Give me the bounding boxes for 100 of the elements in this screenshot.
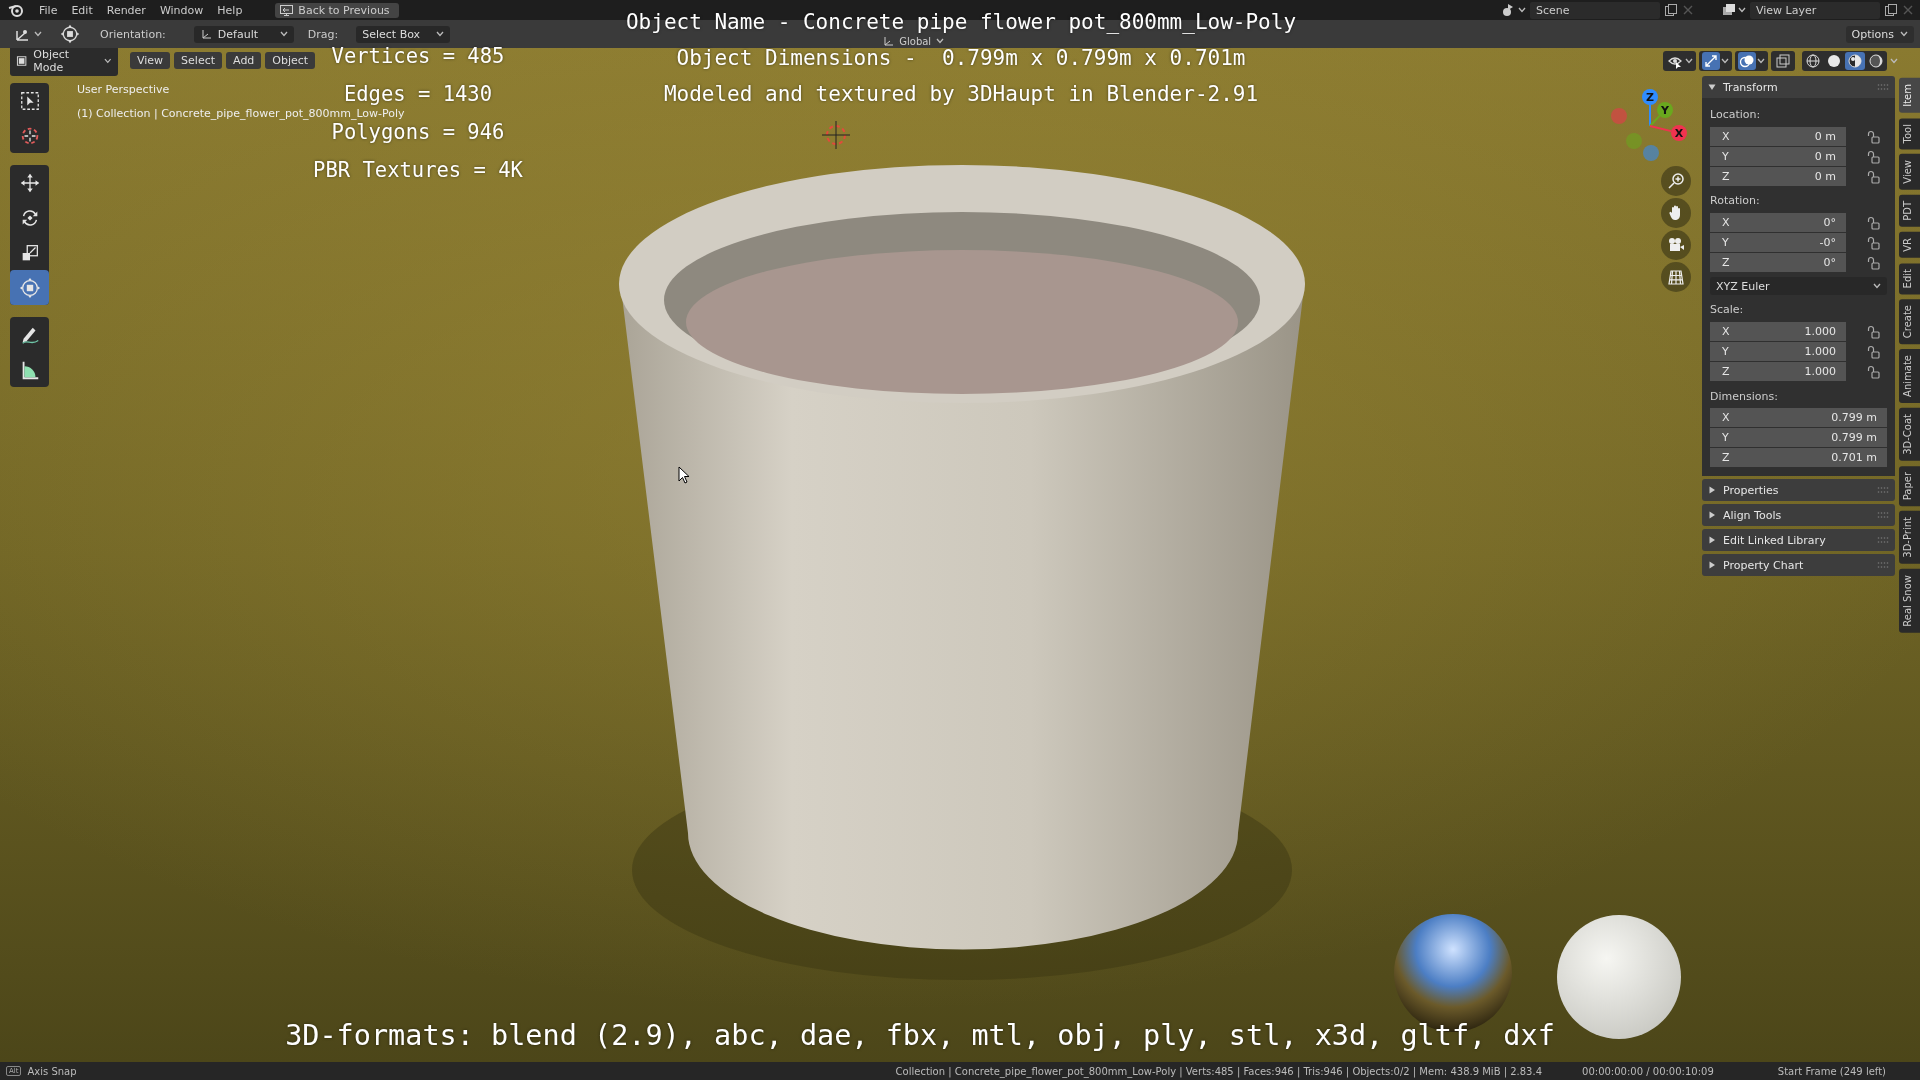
menu-item[interactable]: Render [99,3,153,17]
copy-icon[interactable] [1884,3,1898,17]
panel-header[interactable]: Properties [1702,479,1895,501]
scene-field[interactable]: Scene [1530,1,1660,19]
shading-button[interactable] [1803,51,1823,70]
view-layer-selector[interactable] [1722,3,1746,17]
grip-icon[interactable] [1877,536,1889,544]
shading-button[interactable] [1866,51,1886,70]
menu-item[interactable]: Help [210,3,250,17]
grid-view-button[interactable] [1661,262,1691,292]
lock-icon[interactable] [1867,256,1881,270]
sidebar-tab[interactable]: Item [1899,78,1920,113]
number-field[interactable]: Z 1.000 [1710,362,1846,381]
number-field[interactable]: Z 0° [1710,253,1846,272]
orientation-dropdown[interactable]: Default [193,25,294,43]
negative-axis-handle[interactable] [1611,108,1627,124]
panel-header[interactable]: Property Chart [1702,554,1895,576]
axes-icon [199,28,212,40]
sidebar-tab[interactable]: 3D-Print [1899,511,1920,564]
lock-icon[interactable] [1867,345,1881,359]
sidebar-tab[interactable]: Tool [1899,117,1920,150]
axis-handle[interactable]: Y [1649,102,1673,127]
transform-gizmo-icon[interactable] [60,24,80,44]
number-field[interactable]: Y 0.799 m [1710,428,1887,447]
sidebar-tab[interactable]: VR [1899,231,1920,258]
back-button[interactable]: Back to Previous [275,2,399,18]
zoom-button[interactable] [1661,166,1691,196]
xray-toggle[interactable] [1774,51,1792,70]
chevron-icon [1873,283,1881,289]
lock-icon[interactable] [1867,236,1881,250]
shading-button[interactable] [1845,51,1865,70]
lock-icon[interactable] [1867,150,1881,164]
sidebar-tab[interactable]: Real Snow [1899,568,1920,633]
number-field[interactable]: X 0 m [1710,127,1846,146]
sidebar-tab[interactable]: Edit [1899,262,1920,294]
playback-time: 00:00:00:00 / 00:00:10:09 [1582,1065,1714,1077]
number-field[interactable]: X 0° [1710,213,1846,232]
chevron-icon [1721,57,1729,64]
options-dropdown[interactable]: Options [1845,25,1914,43]
menu-button[interactable]: View [130,52,171,69]
sidebar-tab[interactable]: Paper [1899,465,1920,507]
number-field[interactable]: X 0.799 m [1710,408,1887,427]
rotation-mode-dropdown[interactable]: XYZ Euler [1710,277,1887,295]
negative-axis-handle[interactable] [1643,145,1659,161]
collapsed-triangle-icon[interactable] [1708,511,1716,519]
number-field[interactable]: Z 0.701 m [1710,448,1887,467]
number-field[interactable]: Y -0° [1710,233,1846,252]
chevron-icon [1890,57,1898,64]
axis-handle[interactable]: Z [1642,89,1658,127]
frame-info: Start Frame (249 left) [1777,1065,1886,1077]
grip-icon[interactable] [1877,83,1889,91]
grip-icon[interactable] [1877,561,1889,569]
lock-icon[interactable] [1867,325,1881,339]
panel-title: Edit Linked Library [1723,533,1826,547]
scene-selector[interactable] [1502,3,1526,17]
overlay-text: PBR Textures = 4K [313,158,523,182]
expanded-triangle-icon[interactable] [1708,83,1716,91]
lock-icon[interactable] [1867,365,1881,379]
sidebar-tab[interactable]: View [1899,154,1920,190]
grip-icon[interactable] [1877,511,1889,519]
collapsed-triangle-icon[interactable] [1708,536,1716,544]
panel-header[interactable]: Edit Linked Library [1702,529,1895,551]
app-logo-icon[interactable] [8,3,24,17]
negative-axis-handle[interactable] [1626,133,1642,149]
gizmo-toggle[interactable] [1702,51,1720,70]
move-tool-icon [18,171,41,194]
menu-item[interactable]: Window [152,3,211,17]
number-field[interactable]: X 1.000 [1710,322,1846,341]
pan-button[interactable] [1661,198,1691,228]
menu-item[interactable]: Edit [64,3,100,17]
mode-dropdown[interactable]: Object Mode [10,48,118,76]
view-layer-field[interactable]: View Layer [1750,1,1880,19]
collapsed-triangle-icon[interactable] [1708,486,1716,494]
menu-button[interactable]: Object [265,52,316,69]
collapsed-triangle-icon[interactable] [1708,561,1716,569]
lock-icon[interactable] [1867,216,1881,230]
number-field[interactable]: Y 1.000 [1710,342,1846,361]
axis-handle[interactable]: X [1649,125,1687,141]
drag-dropdown[interactable]: Select Box [356,25,451,43]
camera-button[interactable] [1661,230,1691,260]
number-field[interactable]: Y 0 m [1710,147,1846,166]
grid-icon [1667,268,1685,286]
sidebar-tab[interactable]: Create [1899,298,1920,345]
panel-header[interactable]: Align Tools [1702,504,1895,526]
sidebar-tab[interactable]: 3D-Coat [1899,408,1920,461]
transform-orientation-dropdown[interactable]: Global [876,35,951,47]
lock-icon[interactable] [1867,130,1881,144]
copy-icon[interactable] [1664,3,1678,17]
wireframe-sphere-icon [1805,52,1821,69]
sidebar-tab[interactable]: PDT [1899,194,1920,227]
panel-header[interactable]: Transform [1702,76,1895,98]
menu-button[interactable]: Add [226,52,262,69]
overlay-toggle[interactable] [1738,51,1756,70]
menu-item[interactable]: File [32,3,65,17]
chevron-icon [436,31,445,37]
number-field[interactable]: Z 0 m [1710,167,1846,186]
lock-icon[interactable] [1867,170,1881,184]
sidebar-tab[interactable]: Animate [1899,349,1920,404]
grip-icon[interactable] [1877,486,1889,494]
menu-button[interactable]: Select [174,52,223,69]
